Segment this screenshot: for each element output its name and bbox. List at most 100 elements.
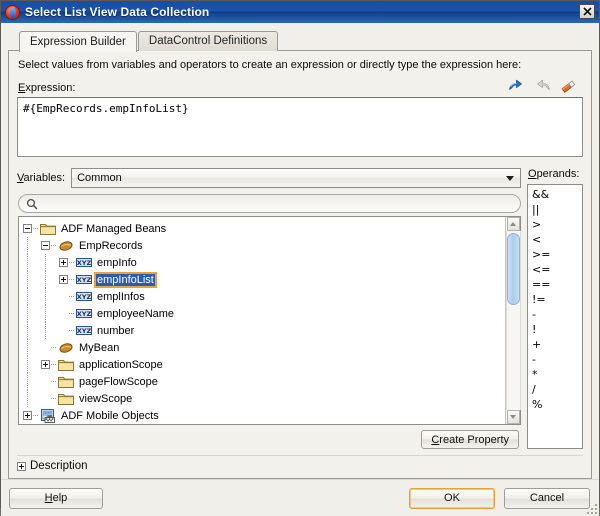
tree-vertical-scrollbar[interactable]: [505, 217, 521, 424]
operand-item[interactable]: ||: [530, 202, 582, 217]
tree-item-label: ADF Managed Beans: [61, 222, 167, 235]
instruction-text: Select values from variables and operato…: [18, 59, 522, 71]
create-property-button[interactable]: Create Property: [421, 430, 519, 449]
xyz-icon: XYZ: [76, 273, 92, 287]
tree-toggle-placeholder: [41, 390, 51, 407]
tree-item-adf-managed-beans[interactable]: ADF Managed Beans: [19, 220, 505, 237]
tab-expression-builder[interactable]: Expression Builder: [19, 31, 137, 52]
tree-item-emprecords[interactable]: EmpRecords: [19, 237, 505, 254]
cancel-button[interactable]: Cancel: [504, 487, 590, 509]
folder-icon: [58, 375, 74, 389]
scroll-down-button[interactable]: [506, 410, 520, 424]
undo-icon[interactable]: [508, 79, 525, 94]
bean-icon: [58, 341, 74, 355]
tree-indent: [19, 237, 41, 254]
variables-column: Variables: Common ADF Managed Beans EmpR…: [17, 168, 527, 449]
tree-item-viewscope[interactable]: viewScope: [19, 390, 505, 407]
operand-item[interactable]: %: [530, 397, 582, 412]
expression-label: Expression:: [18, 82, 76, 94]
tree-item-label: ADF Mobile Objects: [61, 409, 159, 422]
tree-item-empinfolist[interactable]: XYZ empInfoList: [19, 271, 505, 288]
expression-input[interactable]: #{EmpRecords.empInfoList}: [17, 97, 583, 157]
collapse-minus-icon[interactable]: [41, 241, 50, 250]
operand-item[interactable]: !=: [530, 292, 582, 307]
tree-connector: [33, 415, 39, 416]
folder-icon: [40, 222, 56, 236]
variables-select[interactable]: Common: [71, 168, 521, 188]
tree-guide-line: [27, 339, 28, 356]
tree-indent: [19, 254, 59, 271]
close-icon[interactable]: [579, 4, 595, 19]
tree-item-label: applicationScope: [79, 358, 163, 371]
operand-item[interactable]: -: [530, 352, 582, 367]
operands-list[interactable]: && || > < >= <= == != -! + - * /%: [527, 184, 583, 449]
expand-plus-icon[interactable]: [17, 461, 26, 471]
operands-label: Operands:: [528, 168, 580, 180]
tree-item-label: empInfoList: [94, 271, 157, 288]
expand-plus-icon[interactable]: [59, 258, 68, 267]
svg-text:XYZ: XYZ: [77, 327, 92, 335]
tree-item-adf-mobile-objects[interactable]: ADF Mobile Objects: [19, 407, 505, 424]
tree-indent: [19, 356, 41, 373]
operand-item[interactable]: >=: [530, 247, 582, 262]
search-icon: [26, 198, 38, 210]
variables-label: Variables:: [17, 172, 66, 184]
xyz-icon: XYZ: [76, 290, 92, 304]
operand-item[interactable]: *: [530, 367, 582, 382]
tree-item-pageflowscope[interactable]: pageFlowScope: [19, 373, 505, 390]
tree-guide-line: [27, 373, 28, 390]
tree-guide-line: [45, 254, 46, 271]
tree-indent: [19, 271, 59, 288]
expand-plus-icon[interactable]: [59, 275, 68, 284]
tree-guide-line: [27, 322, 28, 339]
operand-item[interactable]: ==: [530, 277, 582, 292]
tree-item-emplinfos[interactable]: XYZ emplInfos: [19, 288, 505, 305]
tree-item-employeename[interactable]: XYZ employeeName: [19, 305, 505, 322]
tree-guide-line: [27, 390, 28, 407]
tree-connector: [51, 364, 57, 365]
tab-datacontrol-definitions[interactable]: DataControl Definitions: [137, 31, 279, 51]
operand-item[interactable]: +: [530, 337, 582, 352]
footer-actions: OK Cancel: [409, 487, 590, 509]
help-button[interactable]: Help: [9, 487, 103, 509]
resize-grip[interactable]: [585, 502, 597, 514]
svg-text:XYZ: XYZ: [77, 259, 92, 267]
folder-icon: [58, 392, 74, 406]
scrollbar-track[interactable]: [505, 231, 521, 410]
description-expander[interactable]: Description: [17, 455, 583, 472]
operand-item[interactable]: <=: [530, 262, 582, 277]
eraser-icon[interactable]: [560, 79, 577, 94]
create-property-row: Create Property: [17, 430, 521, 449]
tree-item-applicationscope[interactable]: applicationScope: [19, 356, 505, 373]
svg-text:XYZ: XYZ: [77, 293, 92, 301]
tree-indent: [19, 373, 41, 390]
tree-item-label: EmpRecords: [79, 239, 143, 252]
variables-tree[interactable]: ADF Managed Beans EmpRecords XYZ empInfo XYZ…: [19, 217, 505, 424]
description-label: Description: [30, 460, 88, 472]
tree-item-number[interactable]: XYZ number: [19, 322, 505, 339]
datacontrol-icon: [40, 408, 56, 423]
operand-item[interactable]: !: [530, 322, 582, 337]
tree-item-mybean[interactable]: MyBean: [19, 339, 505, 356]
variables-tree-panel: ADF Managed Beans EmpRecords XYZ empInfo XYZ…: [18, 216, 521, 425]
tree-guide-line: [45, 288, 46, 305]
ok-button[interactable]: OK: [409, 487, 495, 509]
scroll-up-button[interactable]: [506, 217, 520, 231]
search-input[interactable]: [42, 196, 520, 211]
operand-item[interactable]: /: [530, 382, 582, 397]
variables-search-box[interactable]: [18, 194, 521, 213]
scrollbar-thumb[interactable]: [506, 233, 520, 305]
operand-item[interactable]: <: [530, 232, 582, 247]
operand-item[interactable]: -: [530, 307, 582, 322]
window-titlebar: Select List View Data Collection: [1, 1, 599, 23]
expand-plus-icon[interactable]: [41, 360, 50, 369]
tree-indent: [19, 288, 59, 305]
expand-plus-icon[interactable]: [23, 411, 32, 420]
collapse-minus-icon[interactable]: [23, 224, 32, 233]
tab-strip: Expression Builder DataControl Definitio…: [8, 30, 592, 52]
tree-item-empinfo[interactable]: XYZ empInfo: [19, 254, 505, 271]
operand-item[interactable]: >: [530, 217, 582, 232]
operand-item[interactable]: &&: [530, 187, 582, 202]
chevron-down-icon: [506, 176, 514, 181]
tree-guide-line: [45, 305, 46, 322]
